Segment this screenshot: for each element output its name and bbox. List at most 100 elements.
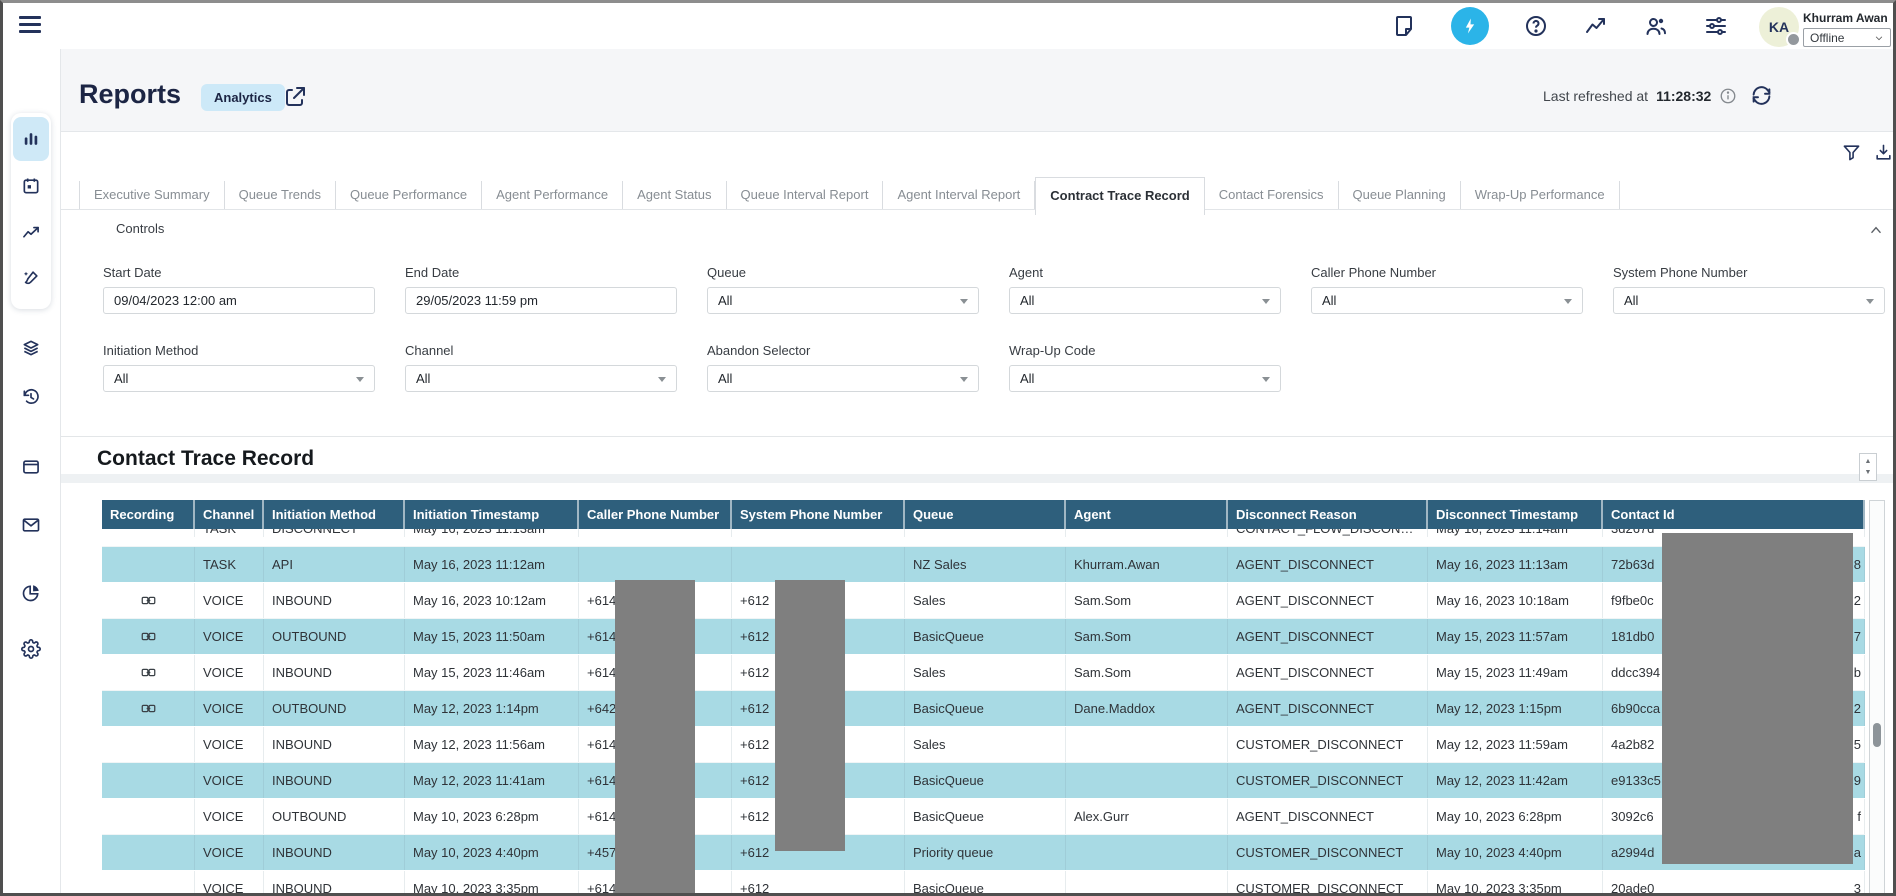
cell-agent: Alex.Gurr bbox=[1066, 799, 1228, 834]
cell-channel: VOICE bbox=[195, 655, 264, 690]
tab-wrap-up-performance[interactable]: Wrap-Up Performance bbox=[1461, 181, 1620, 209]
abandon-selector-dropdown[interactable]: All bbox=[707, 365, 979, 392]
table-row[interactable]: VOICEOUTBOUNDMay 15, 2023 11:50am+614+61… bbox=[102, 619, 1865, 655]
status-select[interactable]: Offline bbox=[1803, 28, 1891, 47]
tab-agent-interval-report[interactable]: Agent Interval Report bbox=[883, 181, 1035, 209]
table-row[interactable]: VOICEINBOUNDMay 15, 2023 11:46am+614+612… bbox=[102, 655, 1865, 691]
column-header-recording: Recording bbox=[102, 500, 195, 529]
table-scrollbar[interactable] bbox=[1869, 500, 1885, 894]
table-row[interactable]: TASKDISCONNECTMay 16, 2023 11:13amCONTAC… bbox=[102, 529, 1865, 547]
tab-queue-performance[interactable]: Queue Performance bbox=[336, 181, 482, 209]
column-header-queue: Queue bbox=[905, 500, 1066, 529]
channel-dropdown[interactable]: All bbox=[405, 365, 677, 392]
application-window: KA Khurram Awan Offline bbox=[0, 0, 1896, 896]
sidebar-item-pie-chart[interactable] bbox=[20, 582, 42, 604]
tab-contract-trace-record[interactable]: Contract Trace Record bbox=[1035, 177, 1204, 215]
tab-agent-performance[interactable]: Agent Performance bbox=[482, 181, 623, 209]
cell-disconnect-reason: AGENT_DISCONNECT bbox=[1228, 619, 1428, 654]
hamburger-menu-icon[interactable] bbox=[19, 16, 41, 36]
cell-disconnect-timestamp: May 16, 2023 11:14am bbox=[1428, 529, 1603, 537]
cell-system-phone: +612 bbox=[732, 871, 905, 894]
tabs: Executive SummaryQueue TrendsQueue Perfo… bbox=[79, 181, 1620, 215]
recording-icon[interactable] bbox=[141, 665, 156, 680]
contact-id-suffix: 8 bbox=[1854, 557, 1861, 572]
cell-recording bbox=[102, 583, 195, 618]
tab-contact-forensics[interactable]: Contact Forensics bbox=[1205, 181, 1339, 209]
table-row[interactable]: VOICEOUTBOUNDMay 12, 2023 1:14pm+642+612… bbox=[102, 691, 1865, 727]
avatar[interactable]: KA bbox=[1759, 7, 1799, 47]
table-row[interactable]: VOICEINBOUNDMay 12, 2023 11:56am+614+612… bbox=[102, 727, 1865, 763]
cell-channel: VOICE bbox=[195, 727, 264, 762]
table-row[interactable]: VOICEOUTBOUNDMay 10, 2023 6:28pm+614+612… bbox=[102, 799, 1865, 835]
sidebar-item-calendar[interactable] bbox=[20, 175, 42, 197]
end-date-input[interactable]: 29/05/2023 11:59 pm bbox=[405, 287, 677, 314]
table-row[interactable]: VOICEINBOUNDMay 10, 2023 3:35pm+614+612B… bbox=[102, 871, 1865, 894]
recording-icon[interactable] bbox=[141, 593, 156, 608]
wrap-up-code-dropdown[interactable]: All bbox=[1009, 365, 1281, 392]
column-header-caller-phone-number: Caller Phone Number bbox=[579, 500, 732, 529]
field-value: 29/05/2023 11:59 pm bbox=[416, 293, 538, 308]
sidebar-item-mail[interactable] bbox=[20, 514, 42, 536]
agents-icon[interactable] bbox=[1643, 13, 1669, 39]
status-select-value: Offline bbox=[1810, 31, 1844, 45]
controls-row-2: Initiation MethodAllChannelAllAbandon Se… bbox=[103, 343, 1281, 392]
sidebar-item-brush[interactable] bbox=[20, 267, 42, 289]
cell-recording bbox=[102, 763, 195, 798]
initiation-method-dropdown[interactable]: All bbox=[103, 365, 375, 392]
cell-initiation-method: INBOUND bbox=[264, 727, 405, 762]
external-link-icon[interactable] bbox=[283, 85, 307, 109]
cell-disconnect-timestamp: May 12, 2023 11:42am bbox=[1428, 763, 1603, 798]
recording-icon[interactable] bbox=[141, 629, 156, 644]
table-row[interactable]: TASKAPIMay 16, 2023 11:12amNZ SalesKhurr… bbox=[102, 547, 1865, 583]
cell-channel: VOICE bbox=[195, 799, 264, 834]
field-label-channel: Channel bbox=[405, 343, 677, 358]
sidebar-item-history[interactable] bbox=[20, 386, 42, 408]
table-row[interactable]: VOICEINBOUNDMay 12, 2023 11:41am+614+612… bbox=[102, 763, 1865, 799]
recording-icon[interactable] bbox=[141, 701, 156, 716]
bolt-icon[interactable] bbox=[1451, 7, 1489, 45]
help-icon[interactable] bbox=[1523, 13, 1549, 39]
refresh-icon[interactable] bbox=[1751, 85, 1772, 106]
tab-queue-planning[interactable]: Queue Planning bbox=[1339, 181, 1461, 209]
last-refreshed: Last refreshed at 11:28:32 bbox=[1543, 85, 1895, 106]
metrics-icon[interactable] bbox=[1583, 13, 1609, 39]
queue-dropdown[interactable]: All bbox=[707, 287, 979, 314]
column-header-disconnect-timestamp: Disconnect Timestamp bbox=[1428, 500, 1603, 529]
tab-queue-interval-report[interactable]: Queue Interval Report bbox=[727, 181, 884, 209]
filter-icon[interactable] bbox=[1841, 142, 1861, 162]
sidebar-item-bar-chart[interactable] bbox=[20, 128, 42, 150]
download-icon[interactable] bbox=[1873, 142, 1893, 162]
info-icon[interactable] bbox=[1719, 87, 1737, 105]
sidebar-item-window[interactable] bbox=[20, 456, 42, 478]
system-phone-number-dropdown[interactable]: All bbox=[1613, 287, 1885, 314]
table-row[interactable]: VOICEINBOUNDMay 10, 2023 4:40pm+457+612P… bbox=[102, 835, 1865, 871]
table-row[interactable]: VOICEINBOUNDMay 16, 2023 10:12am+614+612… bbox=[102, 583, 1865, 619]
sidebar-item-line-chart[interactable] bbox=[20, 222, 42, 244]
scrollbar-thumb[interactable] bbox=[1873, 723, 1881, 747]
contact-id-suffix: 7 bbox=[1854, 629, 1861, 644]
cell-disconnect-timestamp: May 10, 2023 3:35pm bbox=[1428, 871, 1603, 894]
field-value: 09/04/2023 12:00 am bbox=[114, 293, 237, 308]
field-value: All bbox=[114, 371, 128, 386]
field-label-caller-phone-number: Caller Phone Number bbox=[1311, 265, 1583, 280]
sidebar-item-gear[interactable] bbox=[20, 638, 42, 660]
caret-down-icon bbox=[1564, 299, 1572, 304]
sidebar-item-layers[interactable] bbox=[20, 337, 42, 359]
tab-queue-trends[interactable]: Queue Trends bbox=[225, 181, 336, 209]
cell-agent: Sam.Som bbox=[1066, 583, 1228, 618]
tab-executive-summary[interactable]: Executive Summary bbox=[79, 181, 225, 209]
agent-dropdown[interactable]: All bbox=[1009, 287, 1281, 314]
user-name: Khurram Awan bbox=[1803, 11, 1895, 25]
caret-down-icon bbox=[960, 377, 968, 382]
caller-phone-number-dropdown[interactable]: All bbox=[1311, 287, 1583, 314]
column-header-system-phone-number: System Phone Number bbox=[732, 500, 905, 529]
cell-agent: Dane.Maddox bbox=[1066, 691, 1228, 726]
tab-agent-status[interactable]: Agent Status bbox=[623, 181, 726, 209]
cell-queue bbox=[905, 529, 1066, 537]
table-stepper[interactable]: ▲▼ bbox=[1859, 453, 1877, 481]
start-date-input[interactable]: 09/04/2023 12:00 am bbox=[103, 287, 375, 314]
sliders-icon[interactable] bbox=[1703, 13, 1729, 39]
notes-icon[interactable] bbox=[1391, 13, 1417, 39]
contact-id-prefix: 20ade0 bbox=[1611, 881, 1654, 894]
collapse-chevron-up-icon[interactable] bbox=[1867, 223, 1885, 237]
